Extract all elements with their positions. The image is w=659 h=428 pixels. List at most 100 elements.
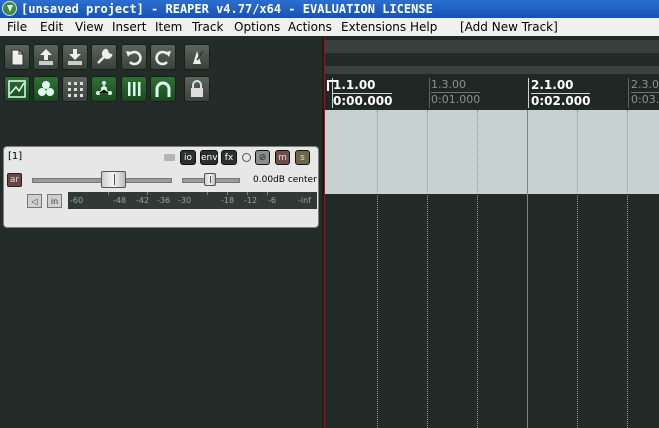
ripple-edit-icon	[96, 81, 112, 95]
metronome-button[interactable]	[184, 44, 210, 70]
meter-tick	[227, 192, 228, 195]
circle-slash-icon: ⊘	[258, 153, 267, 163]
snap-icon	[38, 81, 54, 96]
new-project-button[interactable]	[4, 44, 30, 70]
menu-view[interactable]: View	[75, 20, 103, 34]
pan-fader-knob[interactable]	[204, 173, 216, 186]
meter-label: -12	[244, 196, 258, 205]
meter-label: -6	[268, 196, 276, 205]
title-bar: [unsaved project] - REAPER v4.77/x64 - E…	[0, 0, 659, 18]
track-number: [1]	[8, 151, 23, 162]
ruler-tick	[429, 78, 430, 108]
redo-button[interactable]	[150, 44, 176, 70]
wrench-icon	[97, 48, 113, 64]
menu-add-new-track[interactable]: [Add New Track]	[460, 20, 558, 34]
ruler-time: 0:02.000	[531, 93, 591, 108]
grid-line	[627, 110, 629, 428]
ruler-time: 0:00.000	[333, 93, 393, 108]
track-meter: -60 -48 -42 -36 -30 -18 -12 -6 -inf	[68, 192, 317, 209]
ruler-time: 0:03.	[631, 92, 659, 106]
volume-pan-readout: 0.00dB center	[253, 175, 317, 185]
meter-label: -18	[221, 196, 235, 205]
ruler-time: 0:01.000	[431, 92, 481, 106]
item-grouping-button[interactable]	[4, 76, 30, 102]
meter-tick	[267, 192, 268, 195]
meter-tick	[247, 192, 248, 195]
meter-label: -36	[157, 196, 171, 205]
region-strip[interactable]	[325, 66, 659, 74]
undo-button[interactable]	[121, 44, 147, 70]
arrange-view[interactable]: 1.1.00 0:00.000 1.3.00 0:01.000 2.1.00 0…	[325, 36, 659, 428]
grid-line	[577, 110, 579, 428]
item-grouping-icon	[8, 80, 26, 98]
ruler-measure: 1.1.00	[333, 78, 376, 92]
project-start-marker	[327, 80, 338, 91]
undo-icon	[126, 50, 142, 66]
input-button[interactable]: in	[47, 194, 62, 208]
menu-item[interactable]: Item	[155, 20, 182, 34]
lock-icon	[191, 80, 203, 97]
grid-line	[427, 110, 429, 428]
window-title: [unsaved project] - REAPER v4.77/x64 - E…	[21, 2, 433, 16]
track-lane[interactable]	[325, 110, 659, 194]
ruler-marker: 1.3.00 0:01.000	[431, 78, 481, 106]
menu-track[interactable]: Track	[192, 20, 223, 34]
ruler-tick	[528, 78, 529, 108]
redo-icon	[155, 50, 171, 66]
menu-edit[interactable]: Edit	[40, 20, 63, 34]
record-arm-button[interactable]: ar	[7, 173, 22, 187]
grid-line	[377, 110, 379, 428]
snap-button[interactable]	[33, 76, 59, 102]
solo-button[interactable]: s	[295, 150, 310, 165]
meter-label: -60	[70, 196, 84, 205]
volume-fader-knob[interactable]	[101, 171, 126, 188]
reaper-app-icon[interactable]	[2, 1, 17, 16]
menu-options[interactable]: Options	[234, 20, 280, 34]
volume-readout: 0.00dB	[253, 175, 285, 185]
meter-tick	[108, 192, 109, 195]
auto-crossfade-button[interactable]	[150, 76, 176, 102]
metronome-icon	[193, 50, 204, 64]
menu-extensions[interactable]: Extensions	[341, 20, 406, 34]
grid-line	[477, 110, 479, 428]
preferences-button[interactable]	[91, 44, 117, 70]
menu-insert[interactable]: Insert	[112, 20, 146, 34]
open-project-icon	[39, 49, 53, 65]
pan-readout: center	[287, 175, 317, 185]
lock-button[interactable]	[184, 76, 210, 102]
open-project-button[interactable]	[33, 44, 59, 70]
timeline-ruler[interactable]: 1.1.00 0:00.000 1.3.00 0:01.000 2.1.00 0…	[325, 74, 659, 108]
ruler-marker: 2.3.0 0:03.	[631, 78, 659, 106]
meter-tick	[207, 192, 208, 195]
track-panel[interactable]: [1] io env fx ⊘ m s ar 0.00dB center ◁ i…	[3, 146, 319, 228]
meter-label: -30	[178, 196, 192, 205]
ruler-marker: 1.1.00 0:00.000	[333, 78, 393, 108]
io-button[interactable]: io	[180, 150, 196, 165]
grid-line	[527, 110, 529, 428]
save-project-button[interactable]	[62, 44, 88, 70]
new-project-icon	[11, 49, 24, 66]
ruler-marker: 2.1.00 0:02.000	[531, 78, 591, 108]
fx-button[interactable]: fx	[221, 150, 237, 165]
speaker-button[interactable]: ◁	[27, 194, 42, 208]
grid-button[interactable]	[62, 76, 88, 102]
envelope-button[interactable]: env	[200, 150, 218, 165]
speaker-icon: ◁	[31, 197, 38, 206]
auto-crossfade-icon	[155, 81, 171, 97]
meter-tick	[147, 192, 148, 195]
ripple-edit-button[interactable]	[91, 76, 117, 102]
horizontal-scroll-strip[interactable]	[325, 40, 659, 53]
menu-actions[interactable]: Actions	[288, 20, 332, 34]
phase-toggle[interactable]	[242, 153, 251, 162]
mute-all-button[interactable]: ⊘	[255, 150, 270, 165]
folder-icon[interactable]	[164, 154, 175, 161]
menu-help[interactable]: Help	[410, 20, 437, 34]
menu-bar: File Edit View Insert Item Track Options…	[0, 18, 659, 36]
locking-button[interactable]	[121, 76, 147, 102]
menu-file[interactable]: File	[7, 20, 27, 34]
ruler-measure: 2.1.00	[531, 78, 574, 92]
ruler-tick	[628, 78, 629, 108]
grid-icon	[68, 82, 83, 97]
locking-bars-icon	[128, 82, 141, 96]
mute-button[interactable]: m	[275, 150, 290, 165]
